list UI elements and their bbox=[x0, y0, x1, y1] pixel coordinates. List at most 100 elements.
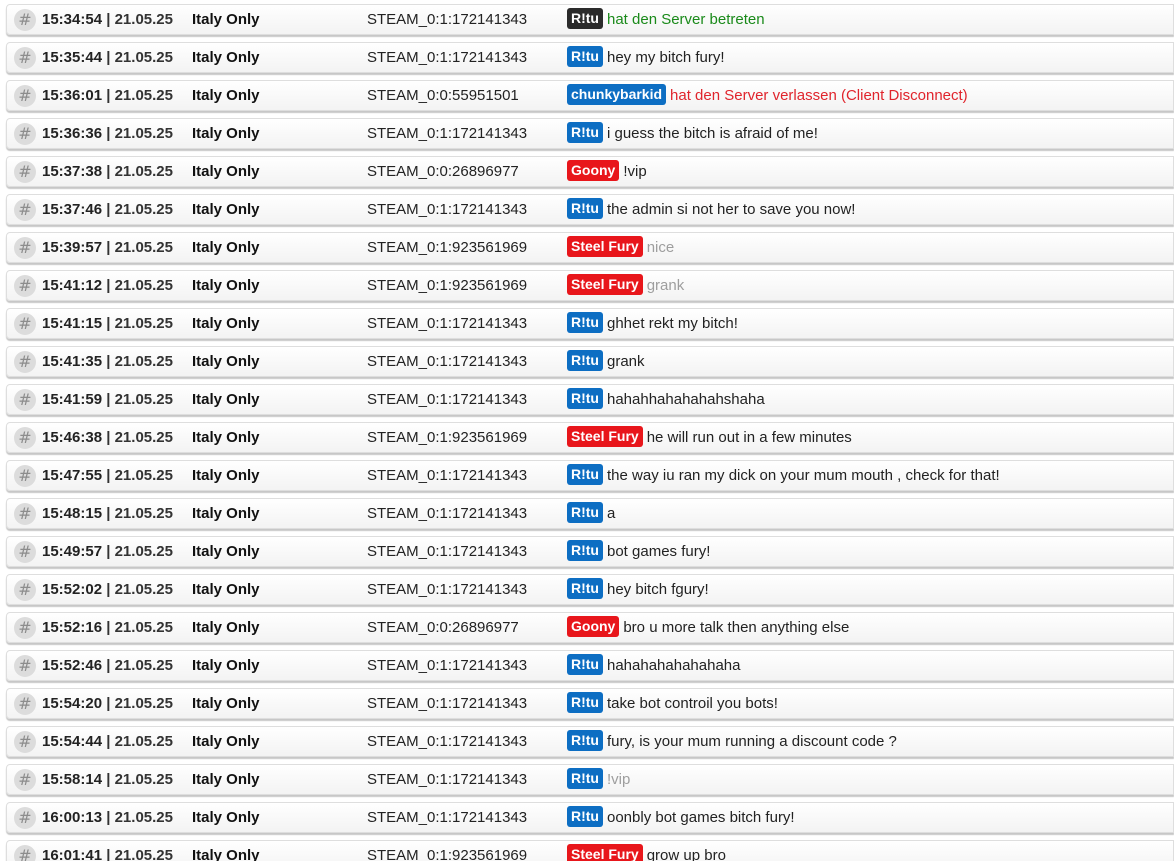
steam-id[interactable]: STEAM_0:1:172141343 bbox=[367, 809, 527, 827]
chat-log-row[interactable]: # 15:49:57 | 21.05.25 Italy Only STEAM_0… bbox=[6, 536, 1174, 567]
steam-id[interactable]: STEAM_0:1:923561969 bbox=[367, 239, 527, 257]
chat-log-row[interactable]: # 15:39:57 | 21.05.25 Italy Only STEAM_0… bbox=[6, 232, 1174, 263]
steam-id[interactable]: STEAM_0:1:923561969 bbox=[367, 847, 527, 861]
player-name-badge[interactable]: R!tu bbox=[567, 502, 603, 524]
player-name-badge[interactable]: Steel Fury bbox=[567, 844, 643, 861]
steam-id[interactable]: STEAM_0:1:172141343 bbox=[367, 505, 527, 523]
hash-icon[interactable]: # bbox=[14, 579, 36, 601]
hash-icon[interactable]: # bbox=[14, 769, 36, 791]
player-name-badge[interactable]: R!tu bbox=[567, 350, 603, 372]
player-name-badge[interactable]: R!tu bbox=[567, 540, 603, 562]
hash-icon[interactable]: # bbox=[14, 313, 36, 335]
hash-icon[interactable]: # bbox=[14, 389, 36, 411]
chat-log-row[interactable]: # 15:54:44 | 21.05.25 Italy Only STEAM_0… bbox=[6, 726, 1174, 757]
chat-log-row[interactable]: # 15:52:02 | 21.05.25 Italy Only STEAM_0… bbox=[6, 574, 1174, 605]
player-name-badge[interactable]: R!tu bbox=[567, 654, 603, 676]
player-name-badge[interactable]: R!tu bbox=[567, 312, 603, 334]
timestamp: 15:41:35 | 21.05.25 bbox=[42, 353, 173, 371]
player-name-badge[interactable]: R!tu bbox=[567, 122, 603, 144]
player-name-badge[interactable]: R!tu bbox=[567, 198, 603, 220]
player-name-badge[interactable]: R!tu bbox=[567, 768, 603, 790]
hash-icon[interactable]: # bbox=[14, 275, 36, 297]
player-name-badge[interactable]: Goony bbox=[567, 160, 620, 182]
player-name-badge[interactable]: Steel Fury bbox=[567, 236, 643, 258]
chat-log-row[interactable]: # 15:47:55 | 21.05.25 Italy Only STEAM_0… bbox=[6, 460, 1174, 491]
chat-log-row[interactable]: # 15:37:38 | 21.05.25 Italy Only STEAM_0… bbox=[6, 156, 1174, 187]
steam-id[interactable]: STEAM_0:1:172141343 bbox=[367, 733, 527, 751]
player-name-badge[interactable]: R!tu bbox=[567, 730, 603, 752]
steam-id[interactable]: STEAM_0:0:55951501 bbox=[367, 87, 519, 105]
steam-id[interactable]: STEAM_0:1:923561969 bbox=[367, 429, 527, 447]
player-name-badge[interactable]: chunkybarkid bbox=[567, 84, 667, 106]
steam-id[interactable]: STEAM_0:1:172141343 bbox=[367, 201, 527, 219]
hash-icon[interactable]: # bbox=[14, 237, 36, 259]
steam-id[interactable]: STEAM_0:1:172141343 bbox=[367, 49, 527, 67]
chat-log-row[interactable]: # 16:01:41 | 21.05.25 Italy Only STEAM_0… bbox=[6, 840, 1174, 861]
date-value: 21.05.25 bbox=[114, 543, 173, 560]
chat-log-row[interactable]: # 15:41:59 | 21.05.25 Italy Only STEAM_0… bbox=[6, 384, 1174, 415]
player-name-badge[interactable]: R!tu bbox=[567, 692, 603, 714]
chat-log-row[interactable]: # 16:00:13 | 21.05.25 Italy Only STEAM_0… bbox=[6, 802, 1174, 833]
steam-id[interactable]: STEAM_0:1:172141343 bbox=[367, 391, 527, 409]
hash-icon[interactable]: # bbox=[14, 655, 36, 677]
hash-icon[interactable]: # bbox=[14, 503, 36, 525]
player-name-badge[interactable]: R!tu bbox=[567, 8, 603, 30]
hash-icon[interactable]: # bbox=[14, 845, 36, 861]
chat-log-row[interactable]: # 15:48:15 | 21.05.25 Italy Only STEAM_0… bbox=[6, 498, 1174, 529]
hash-icon[interactable]: # bbox=[14, 199, 36, 221]
hash-icon[interactable]: # bbox=[14, 465, 36, 487]
chat-log-row[interactable]: # 15:41:15 | 21.05.25 Italy Only STEAM_0… bbox=[6, 308, 1174, 339]
steam-id[interactable]: STEAM_0:0:26896977 bbox=[367, 619, 519, 637]
chat-message: R!tu i guess the bitch is afraid of me! bbox=[567, 122, 818, 144]
hash-icon[interactable]: # bbox=[14, 807, 36, 829]
steam-id[interactable]: STEAM_0:1:172141343 bbox=[367, 543, 527, 561]
chat-log-row[interactable]: # 15:41:12 | 21.05.25 Italy Only STEAM_0… bbox=[6, 270, 1174, 301]
hash-icon[interactable]: # bbox=[14, 693, 36, 715]
steam-id[interactable]: STEAM_0:1:172141343 bbox=[367, 581, 527, 599]
player-name-badge[interactable]: Goony bbox=[567, 616, 620, 638]
chat-log-row[interactable]: # 15:34:54 | 21.05.25 Italy Only STEAM_0… bbox=[6, 4, 1174, 35]
player-name-badge[interactable]: R!tu bbox=[567, 806, 603, 828]
steam-id[interactable]: STEAM_0:1:172141343 bbox=[367, 11, 527, 29]
chat-log-row[interactable]: # 15:41:35 | 21.05.25 Italy Only STEAM_0… bbox=[6, 346, 1174, 377]
hash-icon[interactable]: # bbox=[14, 9, 36, 31]
message-text: grow up bro bbox=[646, 847, 726, 861]
chat-log-row[interactable]: # 15:52:46 | 21.05.25 Italy Only STEAM_0… bbox=[6, 650, 1174, 681]
chat-message: R!tu hat den Server betreten bbox=[567, 8, 765, 30]
chat-log-row[interactable]: # 15:37:46 | 21.05.25 Italy Only STEAM_0… bbox=[6, 194, 1174, 225]
steam-id[interactable]: STEAM_0:1:172141343 bbox=[367, 467, 527, 485]
message-text: bro u more talk then anything else bbox=[623, 619, 850, 637]
hash-icon[interactable]: # bbox=[14, 617, 36, 639]
chat-log-row[interactable]: # 15:35:44 | 21.05.25 Italy Only STEAM_0… bbox=[6, 42, 1174, 73]
steam-id[interactable]: STEAM_0:1:172141343 bbox=[367, 353, 527, 371]
player-name-badge[interactable]: R!tu bbox=[567, 388, 603, 410]
steam-id[interactable]: STEAM_0:1:172141343 bbox=[367, 657, 527, 675]
chat-log-row[interactable]: # 15:54:20 | 21.05.25 Italy Only STEAM_0… bbox=[6, 688, 1174, 719]
steam-id[interactable]: STEAM_0:1:172141343 bbox=[367, 771, 527, 789]
chat-log-row[interactable]: # 15:36:01 | 21.05.25 Italy Only STEAM_0… bbox=[6, 80, 1174, 111]
steam-id[interactable]: STEAM_0:1:923561969 bbox=[367, 277, 527, 295]
chat-log-row[interactable]: # 15:36:36 | 21.05.25 Italy Only STEAM_0… bbox=[6, 118, 1174, 149]
separator: | bbox=[106, 695, 111, 712]
hash-icon[interactable]: # bbox=[14, 85, 36, 107]
player-name-badge[interactable]: Steel Fury bbox=[567, 426, 643, 448]
steam-id[interactable]: STEAM_0:1:172141343 bbox=[367, 695, 527, 713]
hash-icon[interactable]: # bbox=[14, 351, 36, 373]
chat-log-row[interactable]: # 15:52:16 | 21.05.25 Italy Only STEAM_0… bbox=[6, 612, 1174, 643]
player-name-badge[interactable]: R!tu bbox=[567, 578, 603, 600]
player-name-badge[interactable]: R!tu bbox=[567, 464, 603, 486]
hash-icon[interactable]: # bbox=[14, 731, 36, 753]
chat-log-row[interactable]: # 15:58:14 | 21.05.25 Italy Only STEAM_0… bbox=[6, 764, 1174, 795]
player-name-badge[interactable]: Steel Fury bbox=[567, 274, 643, 296]
server-name: Italy Only bbox=[192, 163, 260, 180]
hash-icon[interactable]: # bbox=[14, 47, 36, 69]
hash-icon[interactable]: # bbox=[14, 427, 36, 449]
hash-icon[interactable]: # bbox=[14, 123, 36, 145]
steam-id[interactable]: STEAM_0:0:26896977 bbox=[367, 163, 519, 181]
steam-id[interactable]: STEAM_0:1:172141343 bbox=[367, 315, 527, 333]
player-name-badge[interactable]: R!tu bbox=[567, 46, 603, 68]
hash-icon[interactable]: # bbox=[14, 161, 36, 183]
chat-log-row[interactable]: # 15:46:38 | 21.05.25 Italy Only STEAM_0… bbox=[6, 422, 1174, 453]
steam-id[interactable]: STEAM_0:1:172141343 bbox=[367, 125, 527, 143]
hash-icon[interactable]: # bbox=[14, 541, 36, 563]
